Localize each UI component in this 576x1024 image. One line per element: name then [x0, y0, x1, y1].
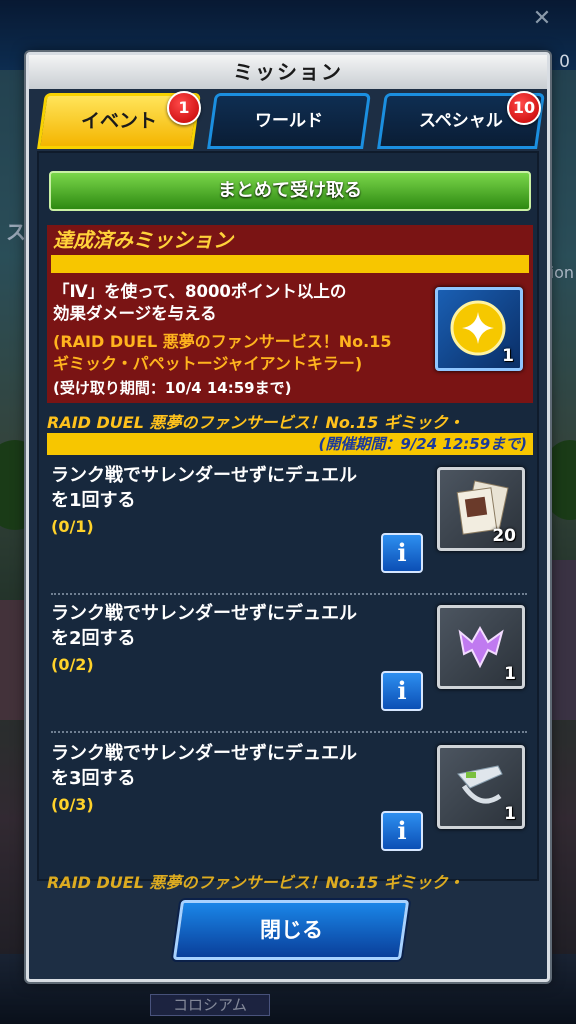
dialog-title: ミッション [29, 55, 547, 89]
event-footer-banner: RAID DUEL 悪夢のファンサービス！No.15 ギミック・ [47, 873, 464, 892]
mission-1-reward-count: 20 [492, 526, 516, 546]
completed-mission-period: (受け取り期間：10/4 14:59まで) [53, 379, 292, 397]
completed-mission-event-2: ギミック・パペットージャイアントキラー) [53, 354, 363, 373]
mission-1-title-1: ランク戦でサレンダーせずにデュエル [51, 465, 357, 486]
mission-3-info-button[interactable]: i [381, 811, 423, 851]
mission-1-info-button[interactable]: i [381, 533, 423, 573]
completed-mission-title-1: 「Ⅳ」を使って、8000ポイント以上の [53, 282, 347, 301]
close-button-label: 閉じる [259, 918, 323, 942]
mission-3-progress: (0/3) [51, 795, 94, 814]
completed-strip [51, 255, 529, 273]
mission-1-title-2: を1回する [51, 490, 136, 511]
mission-2-reward-tile[interactable]: 1 [437, 605, 525, 689]
event-banner: RAID DUEL 悪夢のファンサービス！No.15 ギミック・ [47, 413, 464, 432]
mission-2-progress: (0/2) [51, 655, 94, 674]
tab-world[interactable]: ワールド [207, 93, 371, 149]
tab-event-label: イベント [80, 110, 157, 132]
no-signal-icon: ✕ [532, 6, 552, 31]
mission-2-title-2: を2回する [51, 628, 136, 649]
event-period: (開催期間：9/24 12:59まで) [47, 433, 533, 455]
completed-mission-title-2: 効果ダメージを与える [53, 304, 217, 323]
tab-world-label: ワールド [255, 111, 323, 131]
mission-dialog: ミッション イベント 1 ワールド スペシャル 10 まとめて受け取る 達成済み… [26, 52, 550, 982]
mission-2-info-button[interactable]: i [381, 671, 423, 711]
tab-special-label: スペシャル [419, 111, 503, 131]
tab-event-badge: 1 [167, 91, 201, 125]
side-text-right: ion [549, 263, 574, 282]
mission-3-title-2: を3回する [51, 768, 136, 789]
completed-missions-section: 達成済みミッション 「Ⅳ」を使って、8000ポイント以上の 効果ダメージを与える… [47, 225, 533, 403]
top-right-number: 0 [559, 52, 570, 72]
row-divider [51, 593, 527, 595]
completed-mission-event-1: (RAID DUEL 悪夢のファンサービス！No.15 [53, 332, 392, 351]
completed-header: 達成済みミッション [53, 228, 233, 252]
side-text-left: ス [6, 220, 26, 244]
tab-special-badge: 10 [507, 91, 541, 125]
completed-reward-count: 1 [502, 346, 514, 366]
row-divider [51, 731, 527, 733]
mission-3-reward-tile[interactable]: 1 [437, 745, 525, 829]
mission-2-reward-count: 1 [504, 664, 516, 684]
mission-2-title-1: ランク戦でサレンダーせずにデュエル [51, 603, 357, 624]
mission-3-title-1: ランク戦でサレンダーせずにデュエル [51, 743, 357, 764]
mission-3-reward-count: 1 [504, 804, 516, 824]
mission-1-reward-tile[interactable]: 20 [437, 467, 525, 551]
completed-reward-tile[interactable]: 1 [435, 287, 523, 371]
nav-colosseum-label[interactable]: コロシアム [150, 994, 270, 1016]
mission-1-progress: (0/1) [51, 517, 94, 536]
close-button[interactable]: 閉じる [172, 900, 410, 960]
receive-all-button[interactable]: まとめて受け取る [49, 171, 531, 211]
